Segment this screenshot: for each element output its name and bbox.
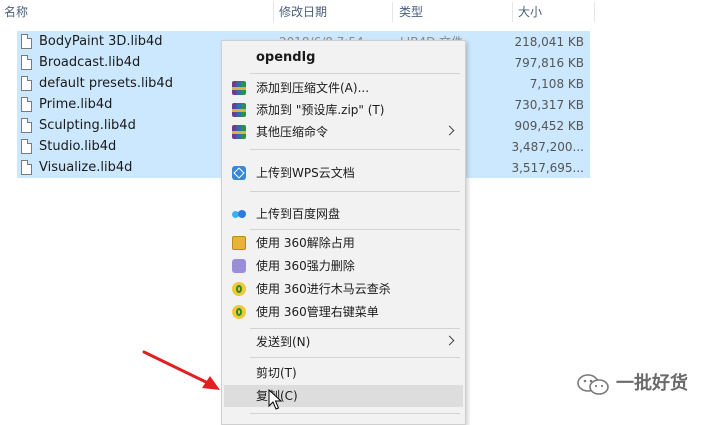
- file-name: Prime.lib4d: [39, 97, 113, 112]
- menu-separator: [250, 357, 460, 358]
- file-size: 3,517,695...: [511, 161, 584, 175]
- menu-item-label: 使用 360管理右键菜单: [256, 305, 379, 319]
- file-size: 3,487,200...: [511, 140, 584, 154]
- file-name: default presets.lib4d: [39, 76, 173, 91]
- menu-item-label: 上传到百度网盘: [256, 207, 341, 221]
- file-name: BodyPaint 3D.lib4d: [39, 34, 163, 49]
- 360-shredder-icon: [232, 259, 246, 273]
- menu-item-upload-baidu[interactable]: 上传到百度网盘: [224, 203, 463, 225]
- wps-cloud-icon: [232, 166, 246, 180]
- file-list-header: 名称 修改日期 类型 大小: [0, 0, 706, 24]
- column-divider[interactable]: [512, 2, 513, 22]
- file-name: Broadcast.lib4d: [39, 55, 141, 70]
- menu-item-360-trojan-scan[interactable]: 使用 360进行木马云查杀: [224, 278, 463, 300]
- menu-item-other-compress[interactable]: 其他压缩命令: [224, 121, 463, 143]
- column-header-size[interactable]: 大小: [514, 0, 594, 24]
- menu-separator: [250, 229, 460, 230]
- 360-unlock-icon: [232, 236, 246, 250]
- file-name: Visualize.lib4d: [39, 160, 133, 175]
- red-arrow-icon: [142, 350, 220, 390]
- file-icon: [21, 139, 32, 154]
- menu-separator: [250, 149, 460, 150]
- column-header-name[interactable]: 名称: [0, 0, 273, 24]
- menu-item-360-manage-menu[interactable]: 使用 360管理右键菜单: [224, 301, 463, 323]
- winrar-icon: [232, 125, 246, 139]
- menu-separator: [250, 328, 460, 329]
- menu-item-label: 剪切(T): [256, 366, 297, 380]
- file-icon: [21, 76, 32, 91]
- menu-item-add-archive[interactable]: 添加到压缩文件(A)...: [224, 77, 463, 99]
- file-size: 797,816 KB: [514, 56, 584, 70]
- winrar-icon: [232, 103, 246, 117]
- file-name: Studio.lib4d: [39, 139, 117, 154]
- file-icon: [21, 118, 32, 133]
- menu-item-open[interactable]: opendlg: [224, 47, 463, 69]
- menu-item-360-force-delete[interactable]: 使用 360强力删除: [224, 255, 463, 277]
- menu-item-label: 使用 360强力删除: [256, 259, 355, 273]
- file-size: 730,317 KB: [514, 98, 584, 112]
- column-divider[interactable]: [273, 2, 274, 22]
- column-divider[interactable]: [594, 2, 595, 22]
- menu-item-upload-wps[interactable]: 上传到WPS云文档: [224, 162, 463, 184]
- menu-item-label: 添加到压缩文件(A)...: [256, 81, 370, 95]
- file-size: 218,041 KB: [514, 35, 584, 49]
- file-size: 7,108 KB: [529, 77, 584, 91]
- menu-item-cut[interactable]: 剪切(T): [224, 362, 463, 384]
- menu-item-send-to[interactable]: 发送到(N): [224, 331, 463, 353]
- file-icon: [21, 34, 32, 49]
- menu-item-360-unlock[interactable]: 使用 360解除占用: [224, 232, 463, 254]
- menu-separator: [250, 413, 460, 414]
- column-header-date[interactable]: 修改日期: [275, 0, 392, 24]
- menu-item-label: 使用 360解除占用: [256, 236, 355, 250]
- 360-security-icon: [232, 305, 246, 319]
- menu-separator: [250, 191, 460, 192]
- column-header-type[interactable]: 类型: [395, 0, 512, 24]
- menu-item-copy[interactable]: 复制(C): [224, 385, 463, 407]
- chevron-right-icon: [444, 335, 455, 346]
- menu-item-add-zip[interactable]: 添加到 "预设库.zip" (T): [224, 99, 463, 121]
- menu-item-label: 其他压缩命令: [256, 125, 329, 139]
- wechat-icon: [577, 374, 609, 395]
- column-divider[interactable]: [392, 2, 393, 22]
- winrar-icon: [232, 81, 246, 95]
- file-size: 909,452 KB: [514, 119, 584, 133]
- file-name: Sculpting.lib4d: [39, 118, 136, 133]
- file-icon: [21, 97, 32, 112]
- menu-separator: [250, 73, 460, 74]
- file-icon: [21, 160, 32, 175]
- mouse-cursor-icon: [268, 389, 282, 410]
- menu-item-label: 发送到(N): [256, 335, 311, 349]
- menu-item-label: 添加到 "预设库.zip" (T): [256, 103, 385, 117]
- baidu-netdisk-icon: [232, 207, 246, 221]
- file-icon: [21, 55, 32, 70]
- watermark-text: 一批好货: [616, 373, 688, 394]
- context-menu: opendlg 添加到压缩文件(A)... 添加到 "预设库.zip" (T) …: [221, 40, 466, 425]
- chevron-right-icon: [444, 125, 455, 136]
- 360-security-icon: [232, 282, 246, 296]
- menu-item-label: 上传到WPS云文档: [256, 166, 355, 180]
- menu-item-label: 使用 360进行木马云查杀: [256, 282, 391, 296]
- menu-item-label: opendlg: [256, 50, 316, 65]
